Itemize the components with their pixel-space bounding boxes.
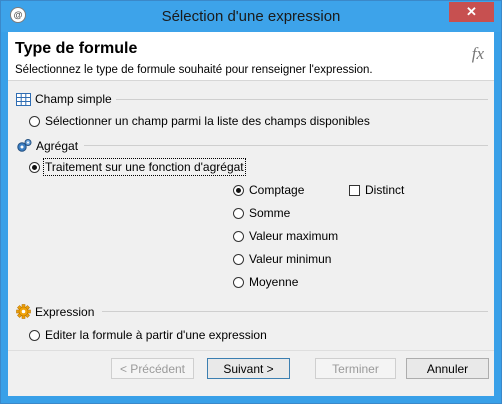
cancel-button[interactable]: Annuler — [406, 358, 489, 379]
next-button[interactable]: Suivant > — [207, 358, 290, 379]
fx-icon: fx — [471, 44, 484, 63]
radio-function-min[interactable]: Valeur minimun — [233, 252, 331, 266]
window-title: Sélection d'une expression — [161, 8, 341, 25]
radio-button[interactable] — [233, 207, 244, 219]
checkbox-label: Distinct — [365, 183, 405, 197]
gears-icon — [17, 139, 32, 152]
grid-icon — [16, 92, 31, 106]
radio-button[interactable] — [29, 115, 40, 127]
radio-function-somme[interactable]: Somme — [233, 206, 290, 220]
radio-label: Editer la formule à partir d'une express… — [45, 328, 267, 342]
radio-function-moyenne[interactable]: Moyenne — [233, 275, 298, 289]
radio-function-comptage[interactable]: Comptage — [233, 183, 304, 197]
gear-orange-icon — [16, 304, 31, 319]
radio-label: Traitement sur une fonction d'agrégat — [43, 158, 246, 176]
radio-button[interactable] — [233, 253, 244, 265]
checkbox[interactable] — [349, 184, 360, 196]
header-panel: Type de formule Sélectionnez le type de … — [8, 32, 494, 81]
previous-button[interactable]: < Précédent — [111, 358, 194, 379]
title-bar[interactable]: @ Sélection d'une expression ✕ — [1, 1, 501, 32]
radio-label: Valeur minimun — [249, 252, 332, 266]
radio-label: Comptage — [249, 183, 305, 197]
group-agregat: Agrégat — [16, 138, 78, 153]
group-label-agregat: Agrégat — [36, 138, 79, 153]
radio-label: Valeur maximum — [249, 229, 339, 243]
group-expression: Expression — [16, 304, 94, 319]
dialog-client: Type de formule Sélectionnez le type de … — [8, 32, 494, 396]
radio-label: Somme — [249, 206, 291, 220]
radio-button[interactable] — [29, 329, 40, 341]
page-title: Type de formule — [15, 40, 138, 57]
radio-expression[interactable]: Editer la formule à partir d'une express… — [29, 328, 267, 342]
group-separator — [102, 311, 488, 312]
close-button[interactable]: ✕ — [449, 2, 494, 22]
group-label-expression: Expression — [35, 304, 95, 319]
radio-label: Moyenne — [249, 275, 299, 289]
group-separator — [84, 145, 488, 146]
radio-button[interactable] — [29, 161, 40, 173]
finish-button[interactable]: Terminer — [315, 358, 396, 379]
radio-champ-simple[interactable]: Sélectionner un champ parmi la liste des… — [29, 114, 370, 128]
radio-button[interactable] — [233, 276, 244, 288]
radio-function-max[interactable]: Valeur maximum — [233, 229, 338, 243]
radio-label: Sélectionner un champ parmi la liste des… — [45, 114, 370, 128]
distinct-checkbox[interactable]: Distinct — [349, 183, 404, 197]
group-champ-simple: Champ simple — [16, 92, 112, 106]
radio-button[interactable] — [233, 230, 244, 242]
footer-separator — [8, 350, 494, 351]
group-label-champ: Champ simple — [35, 92, 112, 106]
radio-button[interactable] — [233, 184, 244, 196]
dialog-window: @ Sélection d'une expression ✕ Type de f… — [0, 0, 502, 404]
group-separator — [116, 99, 488, 100]
page-subtitle: Sélectionnez le type de formule souhaité… — [15, 64, 373, 76]
radio-agregat[interactable]: Traitement sur une fonction d'agrégat — [29, 158, 246, 176]
